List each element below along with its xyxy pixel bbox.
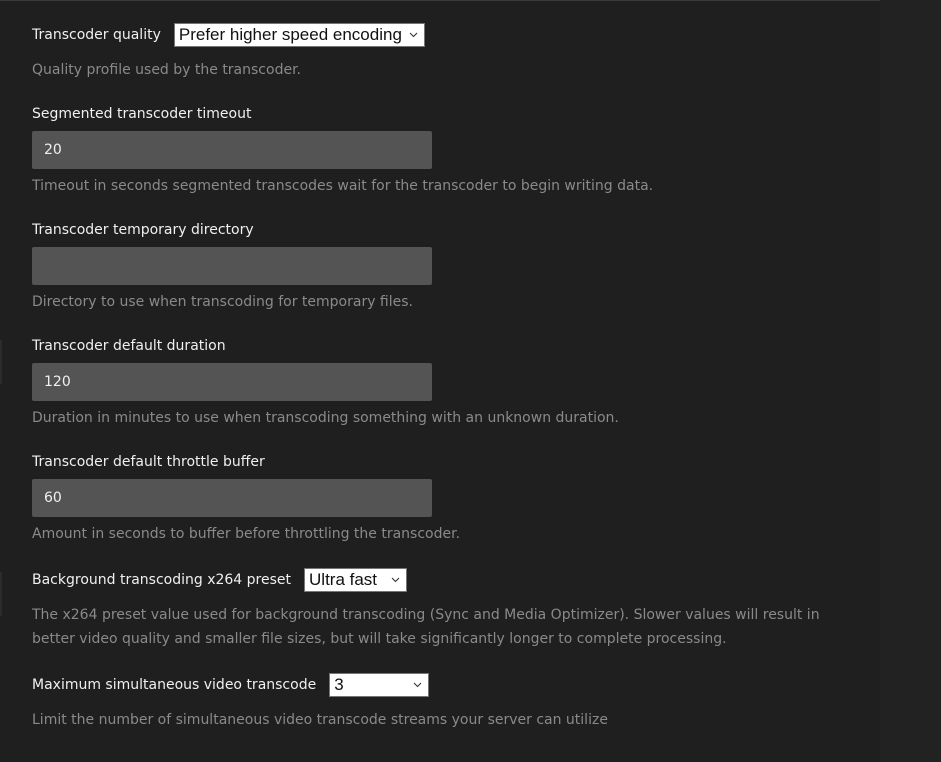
- x264-preset-help: The x264 preset value used for backgroun…: [32, 607, 820, 647]
- default-duration-help: Duration in minutes to use when transcod…: [32, 410, 619, 426]
- chevron-down-icon: [409, 32, 418, 38]
- left-edge-mark: [0, 572, 2, 616]
- left-edge-mark: [0, 340, 2, 384]
- segmented-timeout-label: Segmented transcoder timeout: [32, 106, 252, 122]
- transcoder-quality-value: Prefer higher speed encoding: [178, 25, 402, 44]
- default-duration-input[interactable]: [32, 363, 432, 401]
- segmented-timeout-help: Timeout in seconds segmented transcodes …: [32, 178, 654, 194]
- chevron-down-icon: [391, 577, 400, 583]
- throttle-buffer-help: Amount in seconds to buffer before throt…: [32, 526, 461, 542]
- transcoder-quality-help: Quality profile used by the transcoder.: [32, 62, 301, 78]
- transcoder-quality-select[interactable]: Prefer higher speed encoding: [173, 23, 425, 47]
- scroll-gutter: [880, 0, 941, 762]
- transcoder-quality-row: Transcoder quality Prefer higher speed e…: [32, 22, 425, 48]
- x264-preset-value: Ultra fast: [309, 570, 378, 589]
- chevron-down-icon: [413, 682, 422, 688]
- default-duration-label: Transcoder default duration: [32, 338, 226, 354]
- throttle-buffer-label: Transcoder default throttle buffer: [32, 454, 265, 470]
- temp-directory-help: Directory to use when transcoding for te…: [32, 294, 413, 310]
- transcoder-quality-label: Transcoder quality: [32, 27, 161, 43]
- temp-directory-input[interactable]: [32, 247, 432, 285]
- x264-preset-row: Background transcoding x264 preset Ultra…: [32, 567, 408, 593]
- max-simultaneous-label: Maximum simultaneous video transcode: [32, 677, 317, 693]
- x264-preset-label: Background transcoding x264 preset: [32, 572, 292, 588]
- max-simultaneous-select[interactable]: 3: [329, 673, 430, 697]
- max-simultaneous-row: Maximum simultaneous video transcode 3: [32, 672, 430, 698]
- top-divider: [0, 0, 880, 1]
- max-simultaneous-help: Limit the number of simultaneous video t…: [32, 712, 608, 728]
- x264-preset-select[interactable]: Ultra fast: [304, 568, 408, 592]
- max-simultaneous-value: 3: [334, 675, 344, 694]
- segmented-timeout-input[interactable]: [32, 131, 432, 169]
- temp-directory-label: Transcoder temporary directory: [32, 222, 254, 238]
- throttle-buffer-input[interactable]: [32, 479, 432, 517]
